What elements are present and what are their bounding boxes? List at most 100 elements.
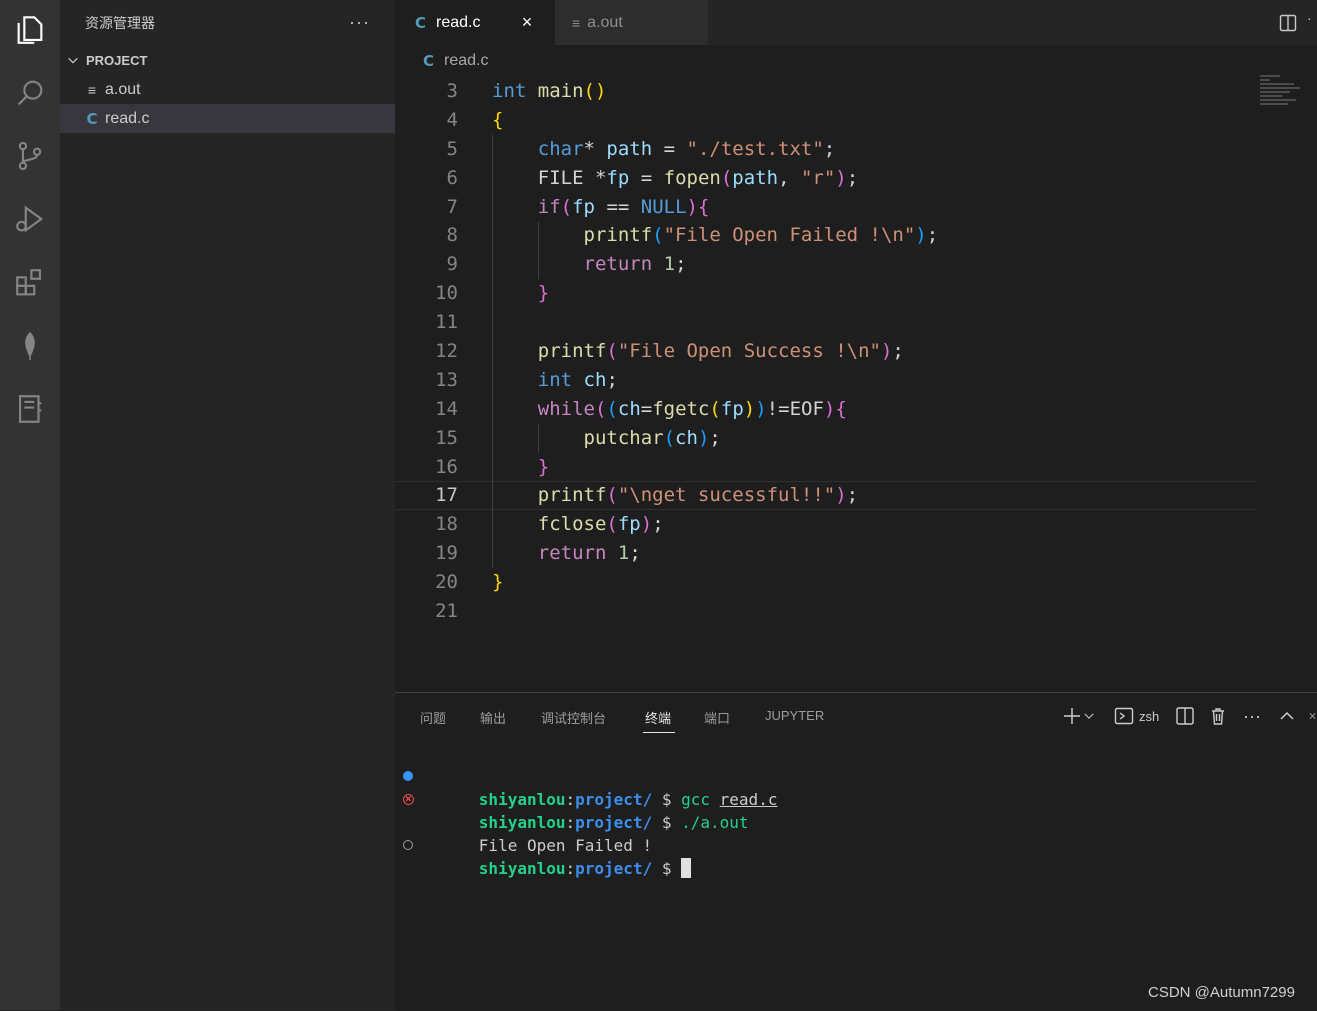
line-number: 12 [435,340,458,363]
code-line[interactable]: 16 } [395,453,1257,482]
code-token: printf [583,224,653,247]
minimap[interactable] [1260,75,1317,125]
search-icon[interactable] [8,71,52,115]
code-token: ; [652,513,664,536]
source-control-icon[interactable] [8,134,52,178]
terminal-output[interactable]: shiyanlou:project/ $ gcc read.c shiyanlo… [395,765,1317,878]
file-item-read-c[interactable]: C read.c [60,104,395,133]
code-token: ) [697,426,710,449]
code-line[interactable]: 20} [395,568,1257,597]
code-token: ; [709,426,721,449]
command-error-icon[interactable] [403,787,414,810]
code-token: ch [617,397,641,420]
explorer-icon[interactable] [8,8,52,52]
shell-selector[interactable]: zsh [1114,705,1159,727]
c-file-icon: C [423,52,435,70]
breadcrumb[interactable]: C read.c [423,49,488,73]
split-terminal-button[interactable] [1175,705,1195,727]
code-line[interactable]: 9 return 1; [395,250,1257,279]
prompt-dir: project/ [575,859,653,878]
kill-terminal-button[interactable] [1208,705,1228,727]
tab-output[interactable]: 输出 [480,708,506,727]
tab-read-c[interactable]: C read.c × [395,0,555,45]
tab-label: a.out [587,13,623,31]
indent-guide [492,134,493,569]
code-line[interactable]: 18 fclose(fp); [395,510,1257,539]
code-line[interactable]: 11 [395,308,1257,337]
run-debug-icon[interactable] [8,197,52,241]
code-token: fp [617,513,641,536]
code-line[interactable]: 4{ [395,106,1257,135]
line-number: 6 [446,166,458,189]
notebook-icon[interactable] [8,387,52,431]
code-line[interactable]: 12 printf("File Open Success !\n"); [395,337,1257,366]
close-icon[interactable]: × [517,12,537,32]
code-line[interactable]: 13 int ch; [395,366,1257,395]
command-success-icon[interactable] [403,771,413,781]
leaf-icon[interactable] [8,324,52,368]
watermark: CSDN @Autumn7299 [1148,984,1295,1001]
tab-terminal[interactable]: 终端 [642,708,676,733]
code-token: { [835,397,847,420]
code-text: FILE *fp = fopen(path, "r"); [492,164,858,193]
project-folder-header[interactable]: PROJECT [60,45,395,75]
split-editor-icon[interactable] [1279,14,1297,32]
code-token: printf [537,484,607,507]
close-panel-button[interactable] [1308,705,1317,727]
file-name: a.out [105,80,141,98]
shell-label: zsh [1139,708,1160,724]
line-number: 15 [435,426,458,449]
code-text: return 1; [492,250,687,279]
more-actions-icon[interactable]: ··· [1243,705,1261,727]
prompt-dollar: $ [652,859,672,878]
breadcrumb-file: read.c [444,52,489,69]
code-line[interactable]: 10 } [395,279,1257,308]
code-line[interactable]: 17 printf("\nget sucessful!!"); [395,481,1257,510]
code-text: printf("File Open Failed !\n"); [492,221,939,250]
code-line[interactable]: 6 FILE *fp = fopen(path, "r"); [395,164,1257,193]
code-token: 1 [663,253,676,276]
tab-jupyter[interactable]: JUPYTER [765,708,824,723]
code-line[interactable]: 14 while((ch=fgetc(fp))!=EOF){ [395,395,1257,424]
more-actions-icon[interactable]: ··· [349,12,370,33]
tab-ports[interactable]: 端口 [704,708,730,727]
line-number: 16 [435,455,458,478]
c-file-icon: C [415,13,427,32]
tab-problems[interactable]: 问题 [420,708,446,727]
code-token: ; [846,166,859,189]
code-line[interactable]: 8 printf("File Open Failed !\n"); [395,221,1257,250]
tab-debug-console[interactable]: 调试控制台 [541,708,606,727]
code-token: path [606,137,653,160]
code-token: fgetc [652,397,710,420]
code-line[interactable]: 3 int main() [395,77,1257,106]
code-line[interactable]: 19 return 1; [395,539,1257,568]
extensions-icon[interactable] [8,261,52,305]
code-token: ) [835,166,847,189]
code-line[interactable]: 21 [395,597,1257,626]
code-token: FILE [537,166,584,189]
line-number: 9 [446,253,458,276]
file-name: read.c [105,109,150,127]
file-item-a-out[interactable]: ≡ a.out [60,75,395,104]
code-line[interactable]: 5 char* path = "./test.txt"; [395,135,1257,164]
panel-tabs: 问题 输出 调试控制台 终端 端口 JUPYTER zsh ··· [395,693,1317,739]
code-editor[interactable]: 3 int main() 4{5 char* path = "./test.txt"… [395,77,1257,626]
new-terminal-button[interactable] [1062,705,1096,727]
code-token: ; [629,542,641,565]
tab-a-out[interactable]: ≡ a.out [555,0,708,45]
code-token: "\nget sucessful!!" [617,484,836,507]
maximize-panel-button[interactable] [1277,705,1297,727]
line-number: 14 [435,397,458,420]
code-token: EOF [789,397,824,420]
code-line[interactable]: 7 if(fp == NULL){ [395,193,1257,222]
tab-more-icon[interactable]: · [1307,10,1312,26]
line-number: 13 [435,368,458,391]
code-line[interactable]: 15 putchar(ch); [395,424,1257,453]
code-token: ; [846,484,859,507]
